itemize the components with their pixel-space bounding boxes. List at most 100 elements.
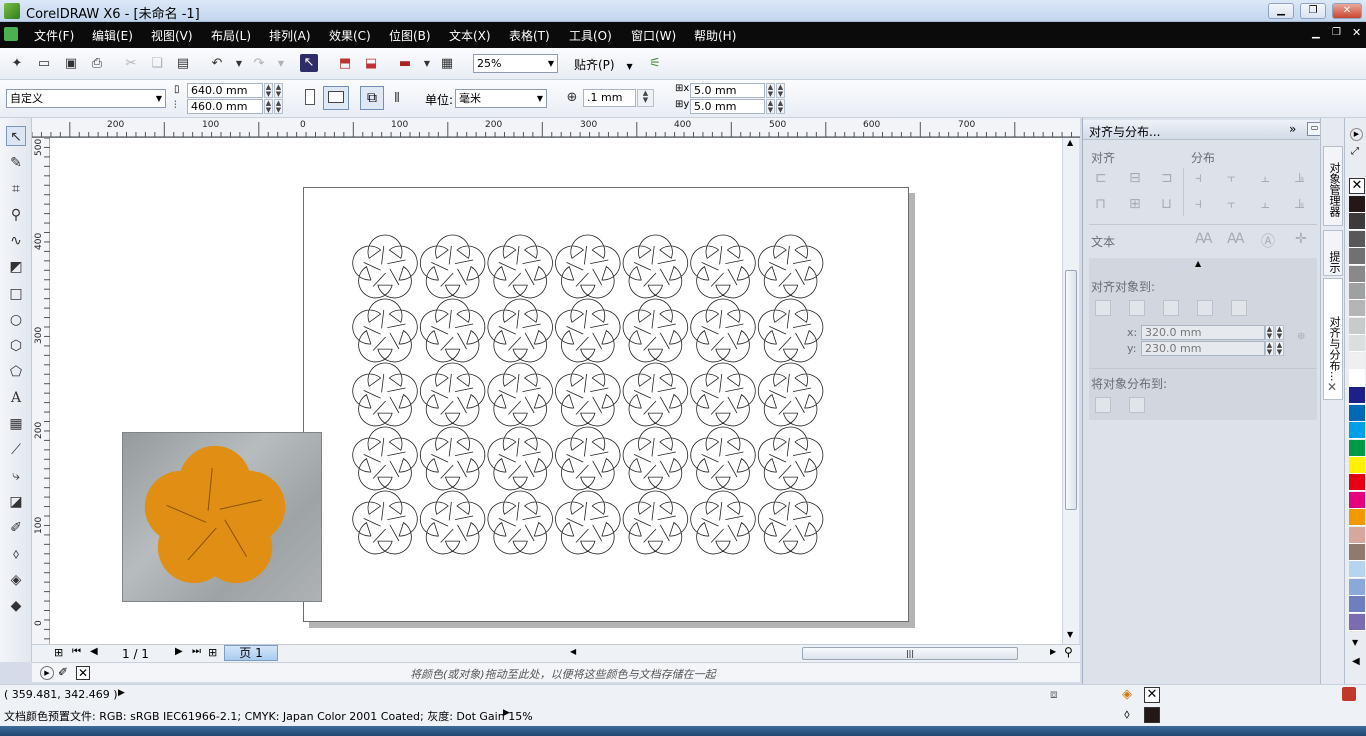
next-page-icon[interactable]: ▶ bbox=[175, 646, 183, 657]
menu-effects[interactable]: 效果(C) bbox=[329, 27, 371, 44]
flower-outline[interactable] bbox=[487, 490, 553, 555]
text-tool-icon[interactable]: A bbox=[6, 388, 26, 408]
align-bottom-icon[interactable]: ⊔ bbox=[1161, 196, 1172, 212]
flower-outline[interactable] bbox=[622, 362, 689, 427]
duplicate-y-input[interactable]: 5.0 mm bbox=[690, 99, 765, 114]
add-page-after-icon[interactable]: ⊞ bbox=[208, 646, 217, 659]
vertical-scroll-thumb[interactable] bbox=[1065, 270, 1077, 510]
align-y-spinner[interactable]: ▲ ▼ bbox=[1265, 341, 1274, 356]
menu-text[interactable]: 文本(X) bbox=[449, 27, 491, 44]
menu-layout[interactable]: 布局(L) bbox=[211, 27, 251, 44]
color-swatch[interactable] bbox=[1349, 404, 1365, 422]
page-height-input[interactable]: 460.0 mm bbox=[187, 99, 263, 114]
flower-outline[interactable] bbox=[419, 426, 486, 491]
specified-point-icon[interactable] bbox=[1231, 300, 1247, 316]
document-palette[interactable]: ▶ ✐ ✕ 将颜色(或对象)拖动至此处，以便将这些颜色与文档存储在一起 bbox=[32, 662, 1080, 682]
shape-tool-icon[interactable]: ✎ bbox=[6, 153, 26, 173]
align-center-v-icon[interactable]: ⊞ bbox=[1129, 196, 1141, 212]
flower-outline[interactable] bbox=[690, 490, 756, 555]
flower-outline[interactable] bbox=[622, 234, 689, 299]
flower-outline[interactable] bbox=[352, 362, 418, 427]
text-align-bbox-icon[interactable]: Ⓐ bbox=[1261, 231, 1275, 251]
menu-edit[interactable]: 编辑(E) bbox=[92, 27, 133, 44]
outline-pen-tool-icon[interactable]: ⬨ bbox=[6, 544, 26, 564]
color-swatch[interactable] bbox=[1349, 422, 1365, 440]
outline-indicator-icon[interactable]: ⬨ bbox=[1124, 707, 1130, 722]
flower-outlines[interactable] bbox=[304, 188, 910, 623]
palette-menu-icon[interactable]: ⤢ bbox=[1351, 146, 1359, 157]
flower-outline[interactable] bbox=[555, 234, 621, 299]
align-y-input[interactable]: 230.0 mm bbox=[1141, 341, 1265, 356]
connector-tool-icon[interactable]: ⤷ bbox=[6, 466, 26, 486]
crop-tool-icon[interactable]: ⌗ bbox=[6, 179, 26, 199]
prev-page-icon[interactable]: ◀ bbox=[90, 646, 98, 657]
flower-outline[interactable] bbox=[352, 234, 418, 299]
align-center-h-icon[interactable]: ⊟ bbox=[1129, 170, 1141, 186]
scroll-right-icon[interactable]: ▶ bbox=[1050, 647, 1056, 656]
align-left-icon[interactable]: ⊏ bbox=[1095, 170, 1107, 186]
flower-outline[interactable] bbox=[419, 362, 486, 427]
zoom-nav-icon[interactable]: ⚲ bbox=[1064, 645, 1073, 659]
flower-outline[interactable] bbox=[622, 490, 689, 555]
flower-outline[interactable] bbox=[622, 298, 689, 363]
tab-object-manager[interactable]: 对象管理器 bbox=[1323, 146, 1343, 226]
color-swatch[interactable] bbox=[1349, 457, 1365, 474]
user-icon[interactable] bbox=[1342, 687, 1356, 701]
flower-outline[interactable] bbox=[419, 490, 486, 555]
color-swatch[interactable] bbox=[1349, 439, 1365, 457]
duplicate-y-spinner[interactable]: ▲ ▼ bbox=[766, 99, 775, 114]
menu-file[interactable]: 文件(F) bbox=[34, 27, 74, 44]
color-swatch[interactable] bbox=[1349, 335, 1365, 353]
tab-close-icon[interactable]: ✕ bbox=[1327, 380, 1337, 394]
text-align-outline-icon[interactable]: ✛ bbox=[1295, 231, 1307, 247]
distribute-spacing-icon[interactable] bbox=[1129, 397, 1145, 413]
color-swatch[interactable] bbox=[1349, 370, 1365, 387]
color-swatch[interactable] bbox=[1349, 544, 1365, 561]
color-swatch[interactable] bbox=[1349, 578, 1365, 596]
eyedropper-tool-icon[interactable]: ✐ bbox=[6, 518, 26, 538]
fill-none-swatch[interactable]: ✕ bbox=[1144, 687, 1160, 703]
duplicate-x-spinner-2[interactable]: ▲ ▼ bbox=[776, 83, 785, 98]
active-objects-icon[interactable] bbox=[1095, 300, 1111, 316]
flower-outline[interactable] bbox=[487, 298, 553, 363]
page-edge-icon[interactable] bbox=[1129, 300, 1145, 316]
no-fill-swatch[interactable]: ✕ bbox=[1349, 178, 1365, 194]
reference-photo[interactable] bbox=[122, 432, 322, 602]
palette-scroll-down-icon[interactable]: ▼ bbox=[1352, 638, 1358, 647]
welcome-screen-icon[interactable]: ▦ bbox=[438, 55, 456, 73]
basic-shapes-tool-icon[interactable]: ⬠ bbox=[6, 362, 26, 382]
add-page-icon[interactable]: ⊞ bbox=[54, 646, 63, 659]
flower-outline[interactable] bbox=[419, 234, 486, 299]
flower-outline[interactable] bbox=[419, 298, 486, 363]
flower-outline[interactable] bbox=[352, 298, 418, 363]
menu-bitmaps[interactable]: 位图(B) bbox=[389, 27, 431, 44]
color-swatch[interactable] bbox=[1349, 561, 1365, 579]
units-select[interactable]: 毫米 ▼ bbox=[455, 89, 547, 108]
zoom-tool-icon[interactable]: ⚲ bbox=[6, 205, 26, 225]
flower-outline[interactable] bbox=[757, 234, 824, 299]
page-height-lock[interactable]: ▲ ▼ bbox=[274, 99, 283, 114]
align-x-spinner-2[interactable]: ▲ ▼ bbox=[1275, 325, 1284, 340]
align-right-icon[interactable]: ⊐ bbox=[1161, 170, 1173, 186]
tab-hints[interactable]: 提示 bbox=[1323, 230, 1343, 276]
snap-to-button[interactable]: 贴齐(P) ▼ bbox=[574, 56, 633, 73]
paste-icon[interactable]: ▤ bbox=[174, 55, 192, 73]
flower-outline[interactable] bbox=[690, 362, 756, 427]
fill-tool-icon[interactable]: ◈ bbox=[6, 570, 26, 590]
text-align-first-baseline-icon[interactable]: Ꜳ bbox=[1195, 231, 1213, 247]
table-tool-icon[interactable]: ▦ bbox=[6, 414, 26, 434]
color-swatch[interactable] bbox=[1349, 213, 1365, 231]
redo-icon[interactable]: ↷ bbox=[250, 55, 268, 73]
menu-window[interactable]: 窗口(W) bbox=[631, 27, 676, 44]
search-content-icon[interactable]: ↖ bbox=[300, 54, 318, 72]
print-icon[interactable]: ⎙ bbox=[88, 55, 106, 73]
eyedropper-icon[interactable]: ✐ bbox=[58, 665, 68, 679]
dimension-tool-icon[interactable]: ⟋ bbox=[6, 440, 26, 460]
duplicate-x-spinner[interactable]: ▲ ▼ bbox=[766, 83, 775, 98]
smart-fill-tool-icon[interactable]: ◩ bbox=[6, 257, 26, 277]
distribute-center-v-icon[interactable]: ⫟ bbox=[1227, 196, 1235, 212]
distribute-spacing-h-icon[interactable]: ⫠ bbox=[1261, 170, 1269, 186]
color-swatch[interactable] bbox=[1349, 317, 1365, 335]
menu-arrange[interactable]: 排列(A) bbox=[269, 27, 311, 44]
flower-outline[interactable] bbox=[487, 362, 553, 427]
